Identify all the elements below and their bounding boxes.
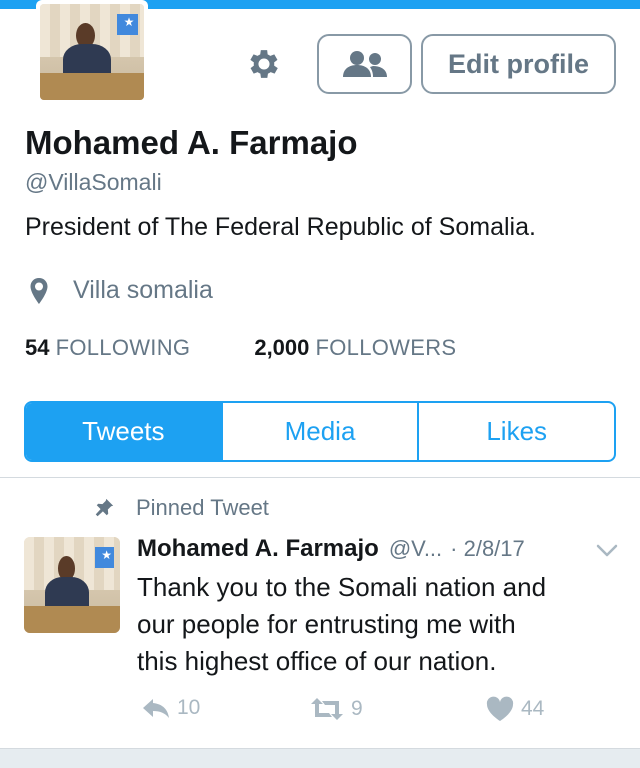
tweet-avatar[interactable] bbox=[24, 537, 120, 633]
profile-handle: @VillaSomali bbox=[25, 169, 162, 195]
divider bbox=[0, 477, 640, 478]
pinned-indicator: Pinned Tweet bbox=[92, 495, 269, 521]
pushpin-icon bbox=[92, 497, 116, 519]
tweet-header: Mohamed A. Farmajo @V... · 2/8/17 bbox=[137, 535, 623, 563]
profile-location: Villa somalia bbox=[25, 276, 213, 305]
tweet-line: Thank you to the Somali nation and bbox=[137, 572, 547, 602]
tweet-author-handle[interactable]: @V... bbox=[389, 536, 442, 562]
tweet-line: our people for entrusting me with bbox=[137, 609, 516, 639]
following-stat[interactable]: 54 FOLLOWING bbox=[25, 335, 190, 361]
heart-icon bbox=[486, 696, 514, 721]
retweet-icon bbox=[311, 698, 343, 720]
profile-stats: 54 FOLLOWING 2,000 FOLLOWERS bbox=[25, 335, 520, 361]
gear-icon bbox=[250, 50, 278, 78]
chevron-down-icon[interactable] bbox=[596, 543, 618, 559]
following-count: 54 bbox=[25, 335, 50, 360]
tweet-text: Thank you to the Somali nation and our p… bbox=[137, 569, 617, 680]
retweet-button[interactable]: 9 bbox=[309, 696, 363, 722]
pinned-label: Pinned Tweet bbox=[136, 495, 269, 520]
flag-icon bbox=[116, 13, 138, 35]
profile-bio: President of The Federal Republic of Som… bbox=[25, 213, 536, 241]
profile-tabs: Tweets Media Likes bbox=[24, 401, 616, 462]
location-label: Villa somalia bbox=[73, 276, 213, 304]
lists-button[interactable] bbox=[317, 34, 412, 94]
tweet-avatar-photo bbox=[24, 537, 120, 633]
profile-avatar[interactable] bbox=[36, 0, 148, 104]
flag-icon bbox=[95, 546, 115, 568]
retweet-count: 9 bbox=[351, 697, 363, 720]
reply-count: 10 bbox=[177, 696, 201, 719]
following-label: FOLLOWING bbox=[55, 335, 191, 360]
timeline-separator bbox=[0, 748, 640, 768]
people-icon bbox=[342, 51, 387, 77]
tab-likes[interactable]: Likes bbox=[417, 403, 614, 460]
like-count: 44 bbox=[521, 697, 545, 720]
followers-count: 2,000 bbox=[254, 335, 310, 360]
tweet-actions: 10 9 44 bbox=[137, 696, 577, 728]
tweet-line: this highest office of our nation. bbox=[137, 646, 497, 676]
location-pin-icon bbox=[25, 277, 53, 305]
edit-profile-button[interactable]: Edit profile bbox=[421, 34, 616, 94]
reply-button[interactable]: 10 bbox=[141, 696, 200, 720]
profile-photo bbox=[40, 4, 144, 100]
tweet-date[interactable]: · 2/8/17 bbox=[450, 536, 525, 562]
followers-label: FOLLOWERS bbox=[315, 335, 457, 360]
reply-icon bbox=[143, 699, 169, 718]
tab-tweets[interactable]: Tweets bbox=[26, 403, 221, 460]
profile-name: Mohamed A. Farmajo bbox=[25, 124, 358, 161]
settings-button[interactable] bbox=[244, 44, 284, 84]
like-button[interactable]: 44 bbox=[485, 696, 544, 722]
tweet-author-name[interactable]: Mohamed A. Farmajo bbox=[137, 535, 379, 563]
tab-media[interactable]: Media bbox=[220, 403, 418, 460]
followers-stat[interactable]: 2,000 FOLLOWERS bbox=[254, 335, 456, 361]
